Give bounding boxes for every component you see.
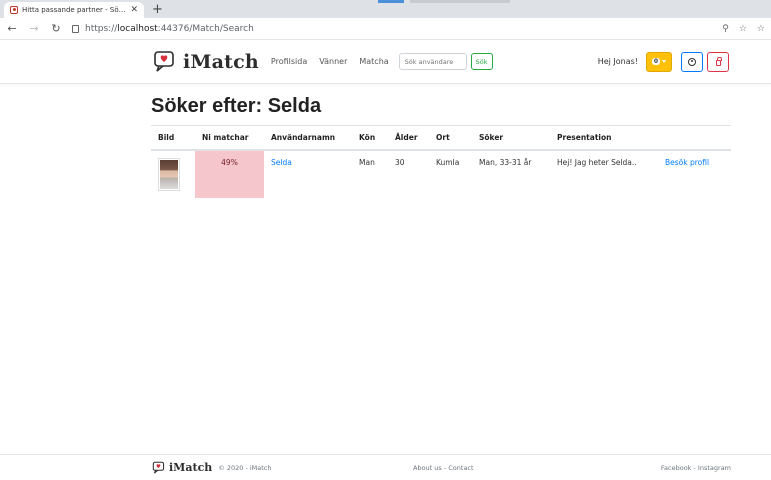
cell-username: Selda [264, 150, 352, 198]
footer: iMatch © 2020 - iMatch About us - Contac… [0, 454, 771, 480]
search-input[interactable] [398, 53, 467, 70]
lock-icon [72, 24, 79, 33]
lock-icon [715, 56, 722, 66]
favorites-icon[interactable]: ☆ [739, 24, 747, 34]
col-age: Ålder [388, 125, 429, 151]
cell-presentation: Hej! Jag heter Selda.. [557, 158, 637, 167]
tab-title: Hitta passande partner - Söker e [22, 6, 127, 14]
cell-city: Kumla [436, 158, 460, 167]
greeting: Hej Jonas! [597, 57, 638, 66]
brand[interactable]: iMatch [151, 50, 259, 74]
new-tab-button[interactable]: + [152, 2, 163, 18]
back-icon[interactable]: ← [6, 22, 18, 35]
main-nav: Profilsida Vänner Matcha [271, 57, 389, 66]
page-title: Söker efter: Selda [151, 95, 322, 117]
col-presentation: Presentation [550, 125, 658, 151]
url-prefix: https:// [85, 23, 118, 34]
url-path: :44376/Match/Search [157, 23, 254, 34]
browser-tab[interactable]: Hitta passande partner - Söker e ✕ [4, 2, 144, 18]
footer-brand-name: iMatch [169, 461, 213, 474]
search-button[interactable]: Sök [470, 53, 493, 70]
brand-logo-icon [154, 50, 174, 72]
col-action [658, 125, 731, 151]
main-content: Söker efter: Selda Bild Ni matchar Använ… [0, 84, 771, 198]
user-icon [688, 57, 696, 66]
nav-match[interactable]: Matcha [359, 57, 388, 66]
username-link[interactable]: Selda [271, 158, 292, 167]
col-seeking: Söker [472, 125, 550, 151]
zoom-icon[interactable]: ⚲ [722, 24, 729, 34]
col-gender: Kön [352, 125, 388, 151]
tab-indicator-secondary [410, 0, 510, 3]
profile-button[interactable] [681, 51, 703, 72]
table-row: 49% Selda Man 30 Kumla Man, 33-31 år Hej… [151, 150, 731, 198]
nav-friends[interactable]: Vänner [319, 57, 347, 66]
cell-picture [151, 150, 195, 198]
collections-icon[interactable]: ☆ [757, 24, 765, 34]
url-host: localhost [117, 23, 158, 34]
cell-seeking: Man, 33-31 år [479, 158, 532, 167]
caret-down-icon [662, 60, 667, 63]
notifications-button[interactable]: 0 [646, 51, 672, 72]
logout-button[interactable] [707, 51, 729, 72]
forward-icon[interactable]: → [28, 22, 40, 35]
footer-copyright: © 2020 - iMatch [218, 463, 272, 472]
cell-gender: Man [359, 158, 375, 167]
tab-indicator [378, 0, 404, 3]
close-icon[interactable]: ✕ [130, 5, 138, 15]
notification-count: 0 [651, 58, 661, 65]
table-header: Bild Ni matchar Användarnamn Kön Ålder O… [151, 125, 731, 151]
footer-links-social[interactable]: Facebook - Instagram [661, 464, 731, 472]
col-username: Användarnamn [264, 125, 352, 151]
nav-profile[interactable]: Profilsida [271, 57, 307, 66]
brand-logo-icon [152, 461, 165, 474]
cell-match: 49% [195, 150, 264, 198]
browser-tabbar: Hitta passande partner - Söker e ✕ + [0, 0, 771, 18]
cell-age: 30 [395, 158, 405, 167]
footer-brand: iMatch [151, 461, 212, 475]
col-match: Ni matchar [195, 125, 264, 151]
visit-profile-link[interactable]: Besök profil [665, 158, 709, 167]
cell-action: Besök profil [658, 150, 731, 198]
url-field[interactable]: https://localhost:44376/Match/Search [72, 24, 712, 34]
results-table: Bild Ni matchar Användarnamn Kön Ålder O… [151, 125, 731, 198]
app-navbar: iMatch Profilsida Vänner Matcha Sök Hej … [0, 40, 771, 84]
brand-name: iMatch [183, 50, 259, 73]
col-picture: Bild [151, 125, 195, 151]
col-city: Ort [429, 125, 472, 151]
favicon-icon [10, 6, 18, 14]
reload-icon[interactable]: ↻ [50, 22, 62, 35]
avatar [158, 158, 180, 191]
address-bar: ← → ↻ https://localhost:44376/Match/Sear… [0, 18, 771, 40]
footer-links-about[interactable]: About us - Contact [413, 464, 474, 472]
